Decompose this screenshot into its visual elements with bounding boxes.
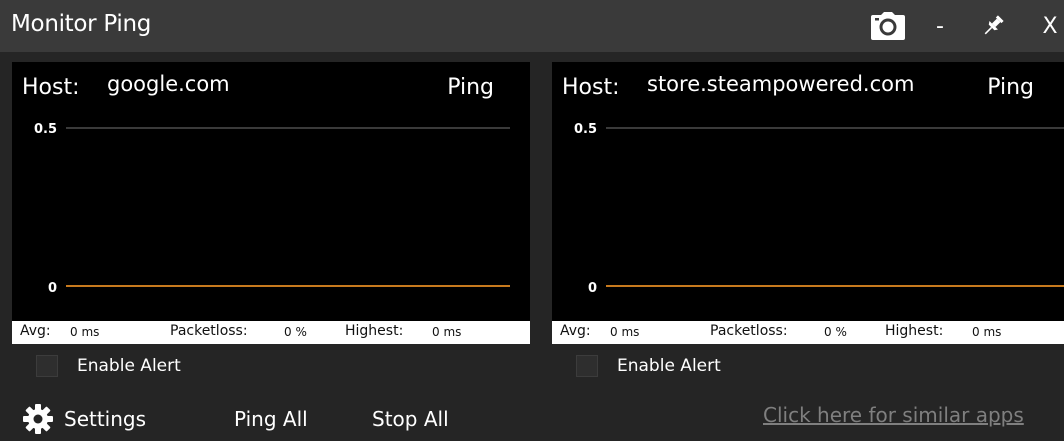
ping-label: Ping	[447, 75, 494, 100]
avg-value: 0 ms	[610, 325, 640, 339]
camera-icon	[871, 12, 905, 40]
alert-checkbox[interactable]	[36, 355, 58, 377]
enable-alert-toggle[interactable]: Enable Alert	[36, 352, 181, 380]
packetloss-value: 0 %	[284, 325, 307, 339]
avg-value: 0 ms	[70, 325, 100, 339]
highest-label: Highest:	[345, 323, 404, 339]
pin-button[interactable]	[978, 8, 1008, 44]
enable-alert-toggle[interactable]: Enable Alert	[576, 352, 721, 380]
packetloss-label: Packetloss:	[170, 323, 248, 339]
screenshot-button[interactable]	[868, 8, 908, 44]
window-title: Monitor Ping	[11, 11, 152, 37]
y-tick-label: 0.5	[574, 122, 597, 137]
stats-bar: Avg: 0 ms Packetloss: 0 % Highest: 0 ms	[12, 321, 530, 344]
minimize-button[interactable]: -	[928, 8, 952, 44]
settings-button[interactable]: Settings	[22, 403, 146, 435]
y-tick-label: 0	[48, 281, 57, 296]
host-value: google.com	[107, 72, 230, 96]
alert-label: Enable Alert	[617, 356, 721, 376]
packetloss-label: Packetloss:	[710, 323, 788, 339]
ping-label: Ping	[987, 75, 1034, 100]
y-tick-label: 0.5	[34, 122, 57, 137]
highest-value: 0 ms	[972, 325, 1002, 339]
title-bar: Monitor Ping - X	[0, 0, 1064, 52]
close-button[interactable]: X	[1036, 8, 1064, 44]
similar-apps-link[interactable]: Click here for similar apps	[763, 403, 1024, 427]
highest-label: Highest:	[885, 323, 944, 339]
host-label: Host:	[22, 75, 80, 100]
host-value: store.steampowered.com	[647, 72, 915, 96]
stop-all-button[interactable]: Stop All	[372, 403, 449, 435]
gear-icon	[23, 404, 53, 434]
alert-checkbox[interactable]	[576, 355, 598, 377]
settings-label: Settings	[64, 407, 147, 431]
ping-graph-panel: Host: store.steampowered.com Ping 0.5 0	[552, 62, 1064, 321]
ping-graph-panel: Host: google.com Ping 0.5 0	[12, 62, 530, 321]
ping-chart: 0.5 0	[574, 122, 1064, 296]
stats-bar: Avg: 0 ms Packetloss: 0 % Highest: 0 ms	[552, 321, 1064, 344]
avg-label: Avg:	[20, 323, 51, 339]
highest-value: 0 ms	[432, 325, 462, 339]
packetloss-value: 0 %	[824, 325, 847, 339]
avg-label: Avg:	[560, 323, 591, 339]
alert-label: Enable Alert	[77, 356, 181, 376]
pin-icon	[984, 15, 1004, 35]
ping-chart: 0.5 0	[34, 122, 510, 296]
host-label: Host:	[562, 75, 620, 100]
ping-all-button[interactable]: Ping All	[234, 403, 308, 435]
y-tick-label: 0	[588, 281, 597, 296]
